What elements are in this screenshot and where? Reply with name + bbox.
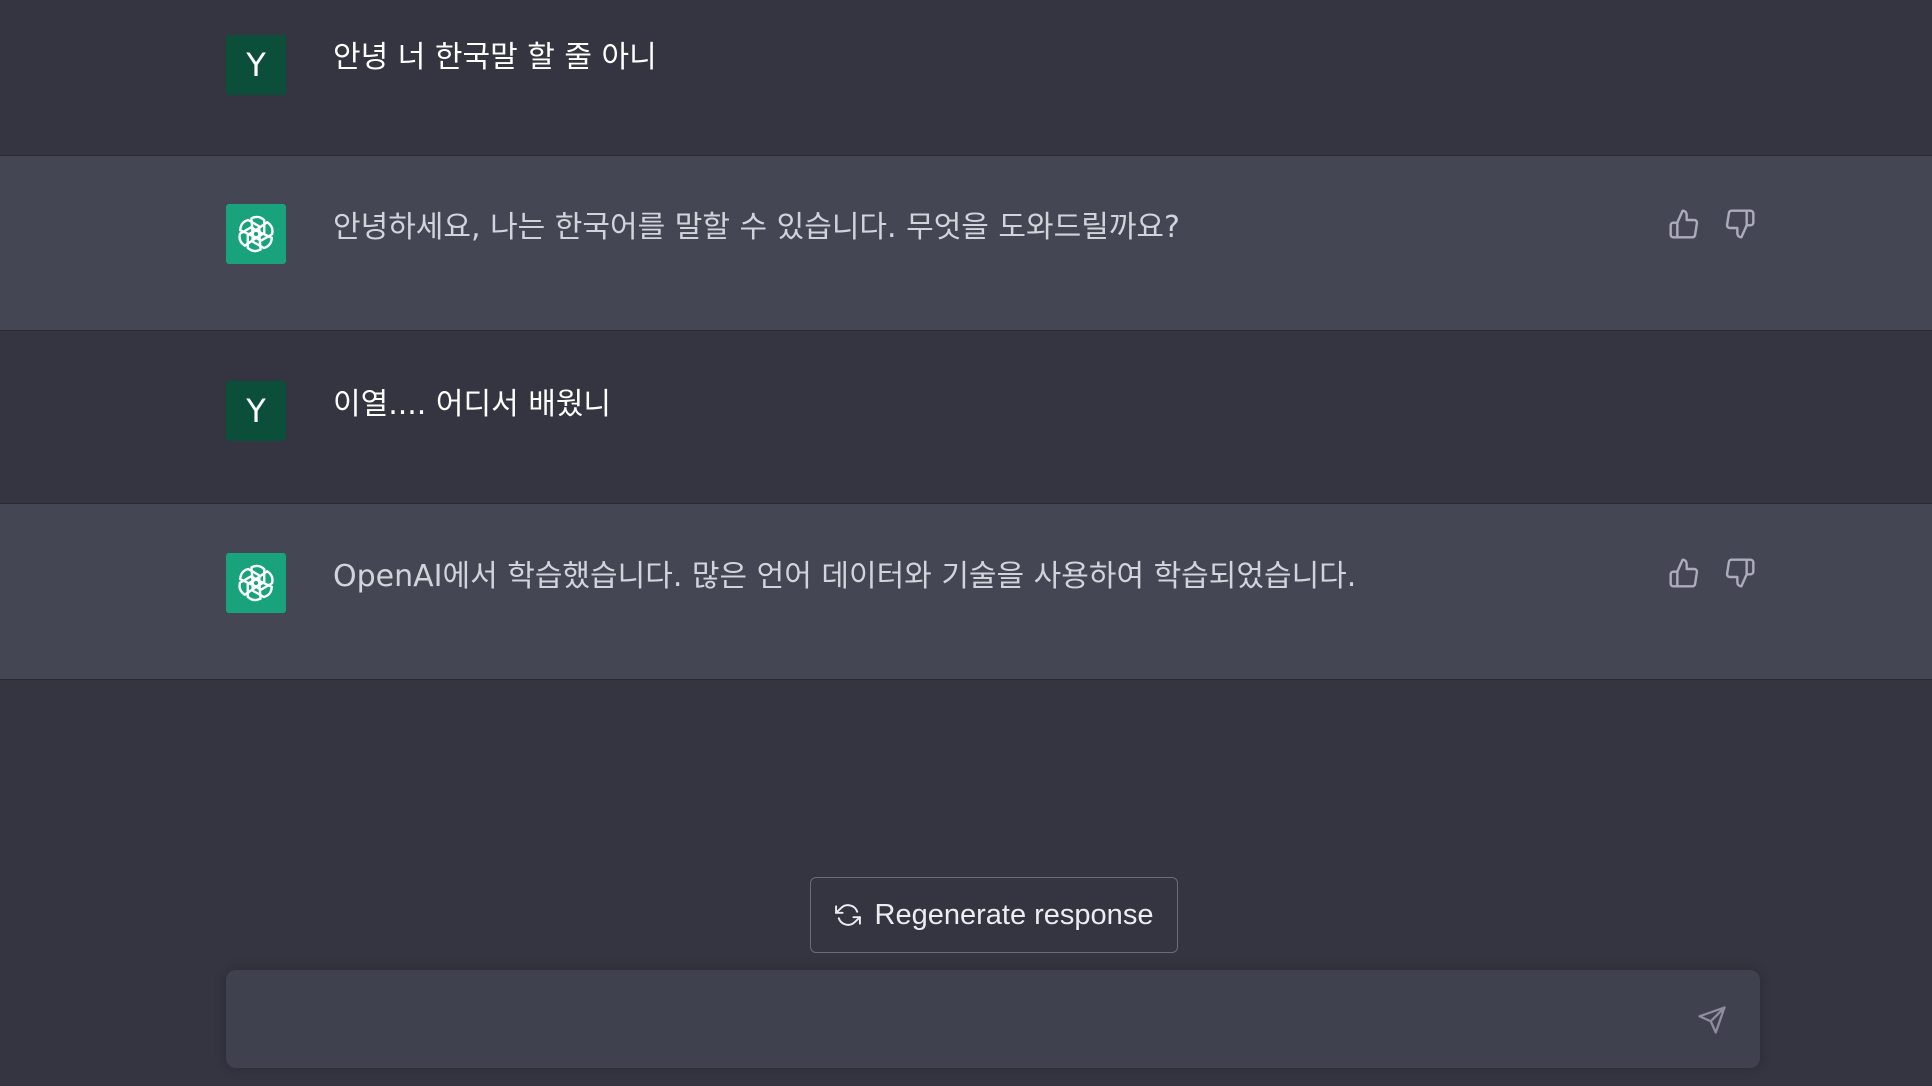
send-icon — [1698, 1006, 1726, 1034]
assistant-message-text: 안녕하세요, 나는 한국어를 말할 수 있습니다. 무엇을 도와드릴까요? — [333, 210, 1180, 245]
openai-logo-icon — [238, 564, 274, 602]
user-avatar-letter: Y — [246, 46, 266, 84]
openai-logo-icon — [238, 215, 274, 253]
message-composer — [226, 970, 1760, 1068]
message-input[interactable] — [250, 998, 1654, 1044]
assistant-message-row: OpenAI에서 학습했습니다. 많은 언어 데이터와 기술을 사용하여 학습되… — [0, 504, 1932, 680]
user-message-row: Y 이열.... 어디서 배웠니 — [0, 331, 1932, 504]
thumbs-up-icon — [1669, 209, 1699, 239]
thumbs-up-button[interactable] — [1667, 556, 1701, 590]
thumbs-up-icon — [1669, 558, 1699, 588]
assistant-avatar — [226, 553, 286, 613]
thumbs-down-button[interactable] — [1723, 207, 1757, 241]
feedback-controls — [1667, 556, 1757, 590]
regenerate-response-label: Regenerate response — [874, 898, 1154, 931]
user-message-row: Y 안녕 너 한국말 할 줄 아니 — [0, 0, 1932, 156]
user-avatar: Y — [226, 381, 286, 441]
thumbs-down-icon — [1725, 558, 1755, 588]
thumbs-down-icon — [1725, 209, 1755, 239]
refresh-icon — [834, 904, 861, 926]
thumbs-down-button[interactable] — [1723, 556, 1757, 590]
assistant-message-text: OpenAI에서 학습했습니다. 많은 언어 데이터와 기술을 사용하여 학습되… — [333, 559, 1357, 594]
send-button[interactable] — [1692, 1000, 1732, 1040]
thumbs-up-button[interactable] — [1667, 207, 1701, 241]
feedback-controls — [1667, 207, 1757, 241]
assistant-avatar — [226, 204, 286, 264]
conversation-thread: Y 안녕 너 한국말 할 줄 아니 안녕하세요, 나는 한국어를 말할 수 있습… — [0, 0, 1932, 680]
user-message-text: 이열.... 어디서 배웠니 — [333, 387, 612, 422]
regenerate-response-button[interactable]: Regenerate response — [810, 877, 1178, 953]
user-avatar-letter: Y — [246, 392, 266, 430]
user-message-text: 안녕 너 한국말 할 줄 아니 — [333, 40, 657, 75]
user-avatar: Y — [226, 35, 286, 95]
assistant-message-row: 안녕하세요, 나는 한국어를 말할 수 있습니다. 무엇을 도와드릴까요? — [0, 156, 1932, 331]
